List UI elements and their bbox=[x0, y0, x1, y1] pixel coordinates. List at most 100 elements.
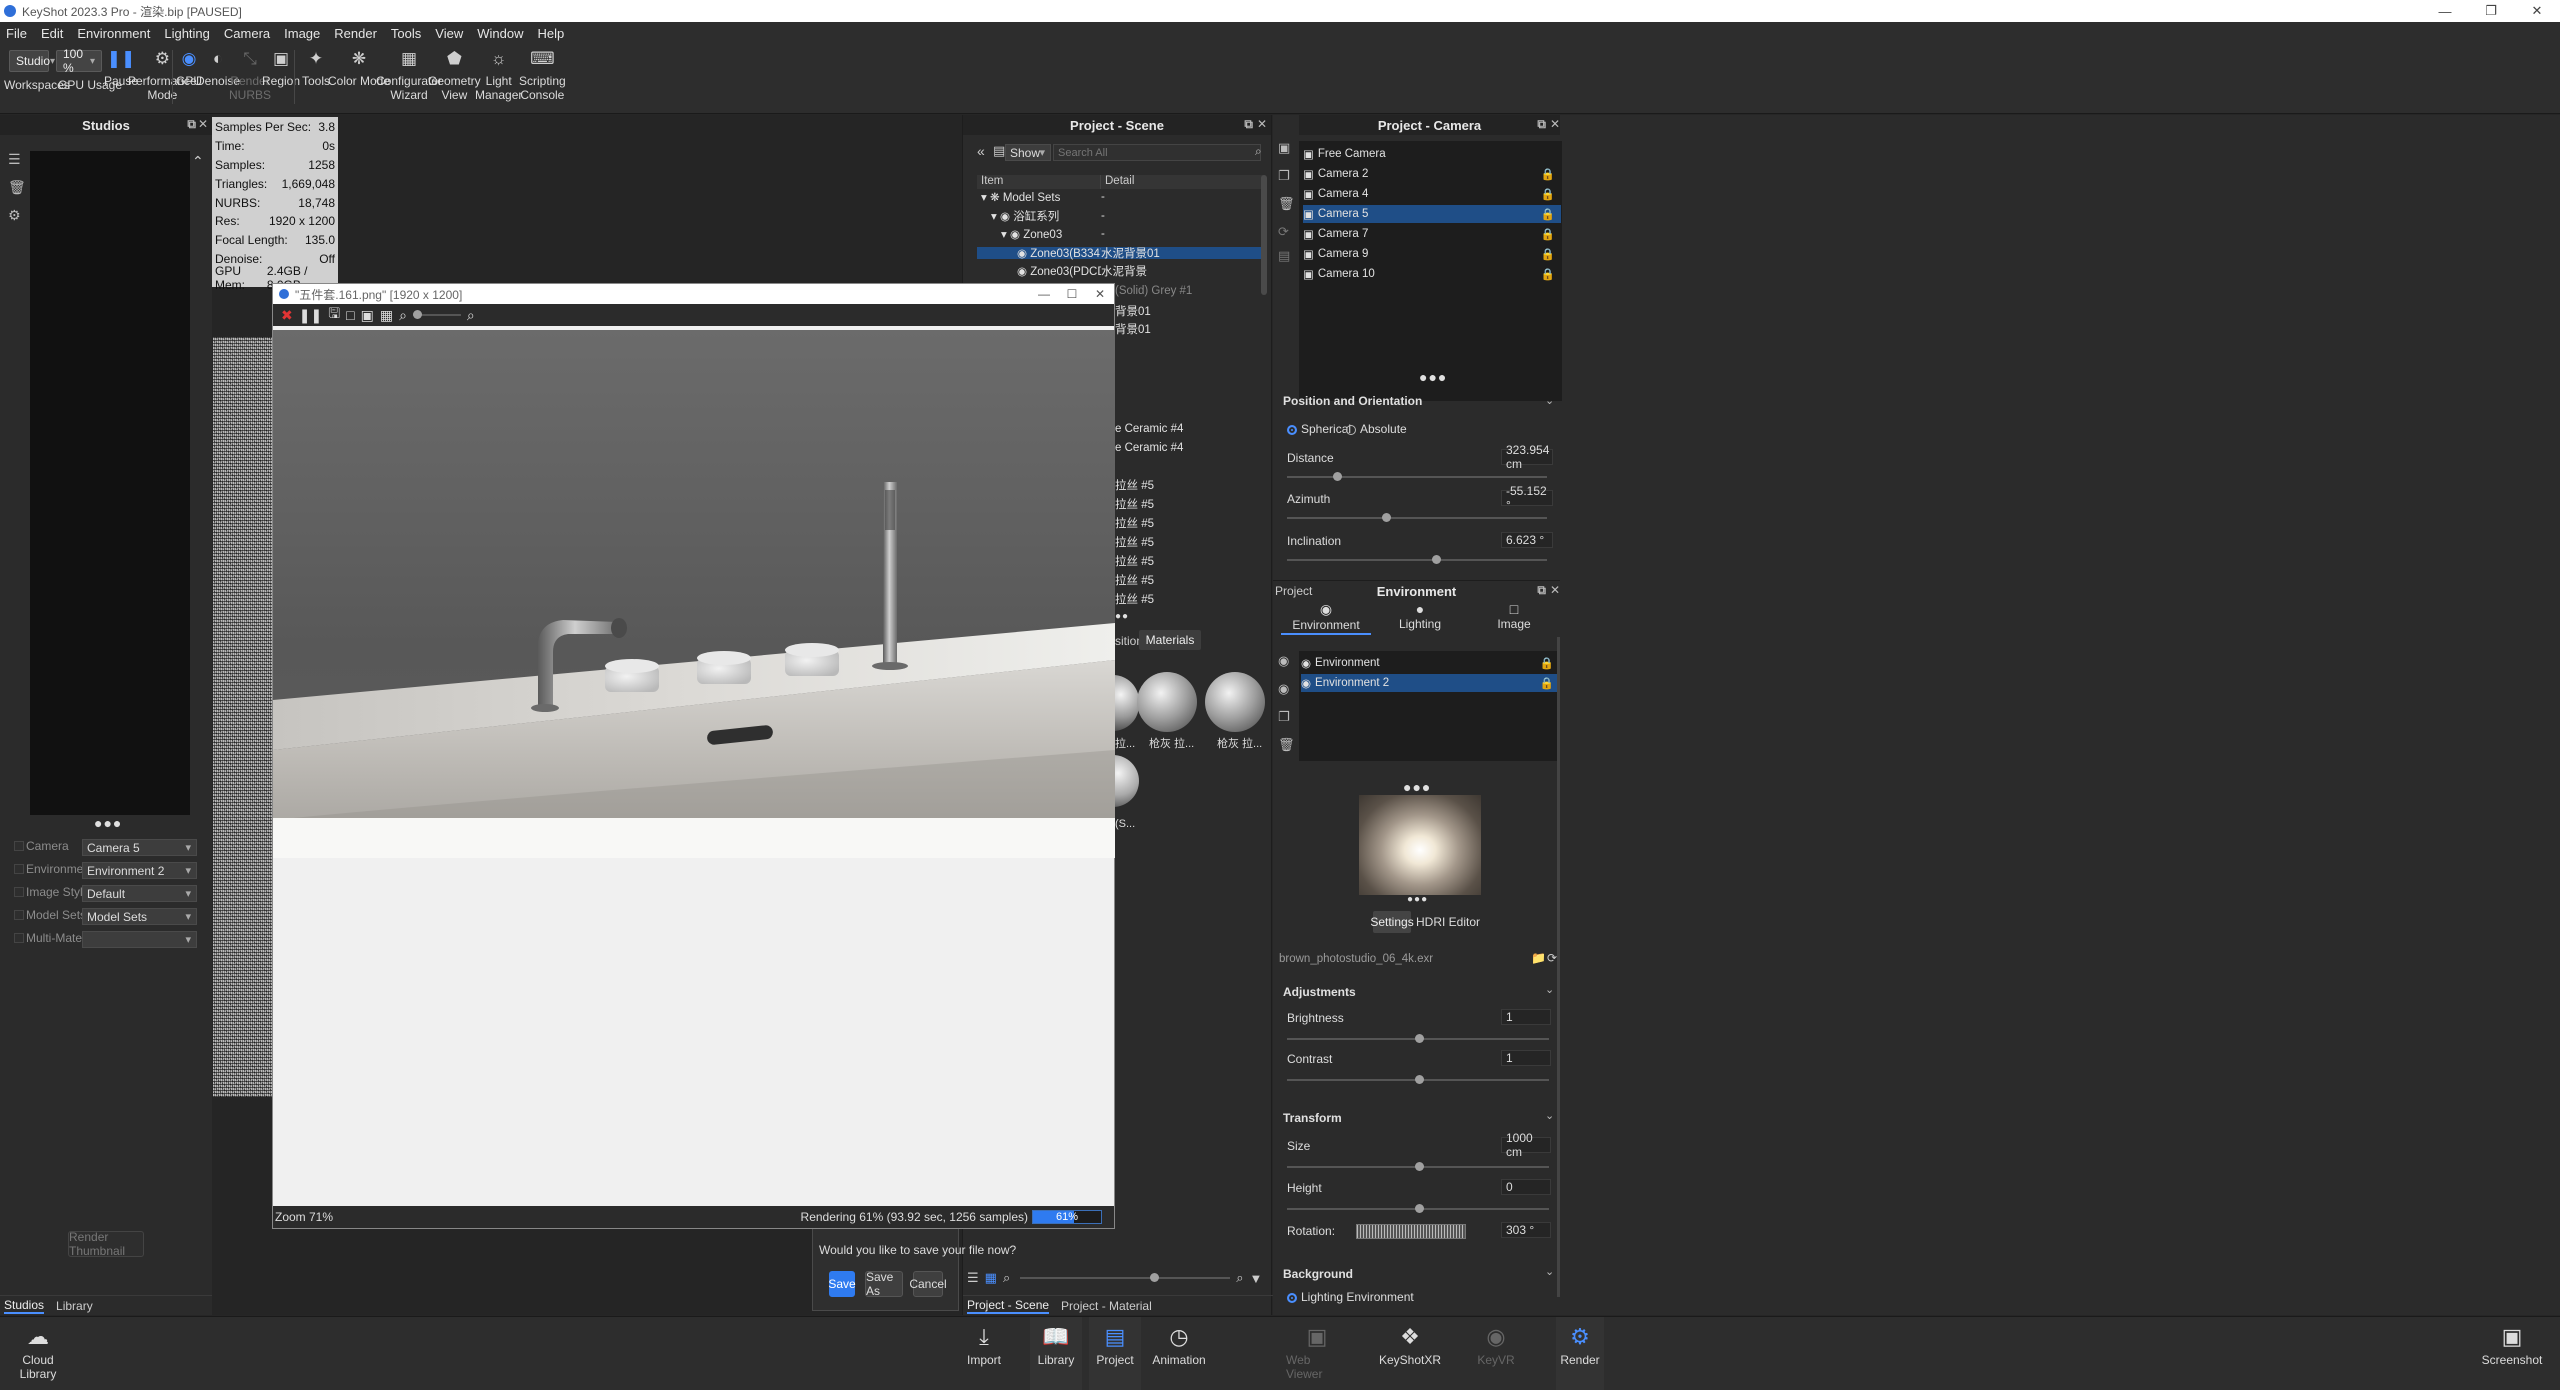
save-button[interactable]: Save bbox=[828, 1271, 856, 1297]
menu-tools[interactable]: Tools bbox=[391, 26, 421, 41]
minimize-button[interactable]: — bbox=[2422, 0, 2468, 22]
render-thumbnail-button[interactable]: Render Thumbnail bbox=[68, 1230, 144, 1258]
keyvr-button[interactable]: ◉ KeyVR bbox=[1476, 1321, 1516, 1368]
hdri-thumbnail[interactable] bbox=[1359, 795, 1481, 895]
absolute-radio[interactable] bbox=[1346, 425, 1356, 435]
slider-knob[interactable] bbox=[1415, 1162, 1424, 1171]
tab-settings[interactable]: Settings bbox=[1370, 911, 1414, 933]
eye-icon[interactable]: ◉ bbox=[1017, 248, 1027, 260]
rotation-dial[interactable] bbox=[1356, 1224, 1466, 1239]
menu-environment[interactable]: Environment bbox=[77, 26, 150, 41]
duplicate-camera-icon[interactable]: ❐ bbox=[1278, 168, 1290, 184]
reload-icon[interactable]: ⟳ bbox=[1547, 951, 1557, 965]
rotation-input[interactable]: 303 ° bbox=[1501, 1222, 1551, 1238]
reset-camera-icon[interactable]: ⟳ bbox=[1278, 224, 1289, 240]
menu-render[interactable]: Render bbox=[334, 26, 377, 41]
material-ball[interactable] bbox=[1113, 755, 1139, 807]
camera-list-item-selected[interactable]: ▣ Camera 5 🔒 bbox=[1303, 205, 1561, 223]
distance-slider[interactable] bbox=[1287, 472, 1547, 481]
material-ball[interactable] bbox=[1113, 675, 1139, 731]
close-window-button[interactable]: ✕ bbox=[2514, 0, 2560, 22]
tab-materials[interactable]: Materials bbox=[1139, 630, 1201, 650]
transform-heading[interactable]: Transform bbox=[1283, 1111, 1342, 1125]
tab-environment[interactable]: ◉ Environment bbox=[1281, 601, 1371, 635]
render-button[interactable]: ⚙ Render bbox=[1556, 1317, 1604, 1390]
camera-list-item[interactable]: ▣ Camera 7 🔒 bbox=[1303, 225, 1561, 243]
lock-icon[interactable]: 🔒 bbox=[1540, 656, 1554, 670]
undock-icon[interactable]: ⧉ bbox=[1537, 117, 1546, 132]
maximize-button[interactable]: ☐ bbox=[1058, 284, 1086, 304]
close-panel-icon[interactable]: ✕ bbox=[1550, 583, 1560, 597]
collapse-left-icon[interactable]: « bbox=[977, 143, 985, 159]
slider-knob[interactable] bbox=[1382, 513, 1391, 522]
environment-scrollbar[interactable] bbox=[1557, 637, 1560, 1297]
add-environment-icon[interactable]: ◉ bbox=[1278, 653, 1289, 669]
brightness-slider[interactable] bbox=[1287, 1034, 1549, 1043]
close-panel-icon[interactable]: ✕ bbox=[1257, 117, 1267, 131]
contrast-slider[interactable] bbox=[1287, 1075, 1549, 1084]
settings-gear-icon[interactable]: ⚙ bbox=[8, 207, 21, 224]
zoom-slider[interactable] bbox=[412, 310, 461, 319]
workspace-select[interactable]: Studio ▾ bbox=[9, 50, 55, 72]
multi-materials-dropdown[interactable] bbox=[82, 931, 197, 948]
slider-knob[interactable] bbox=[1432, 555, 1441, 564]
studios-list[interactable] bbox=[30, 151, 190, 815]
zoom-in-icon[interactable]: ⌕ bbox=[1236, 1270, 1243, 1286]
zoom-out-icon[interactable]: ⌕ bbox=[399, 307, 407, 324]
height-input[interactable]: 0 bbox=[1501, 1179, 1551, 1195]
tab-studios[interactable]: Studios bbox=[4, 1298, 45, 1314]
column-item[interactable]: Item bbox=[977, 175, 1101, 189]
lock-icon[interactable]: 🔒 bbox=[1541, 167, 1555, 181]
tab-hdri-editor[interactable]: HDRI Editor bbox=[1416, 911, 1480, 933]
camera-view-icon[interactable]: ▤ bbox=[1278, 248, 1290, 264]
panel-resize-dots[interactable]: ●●● bbox=[1407, 894, 1428, 905]
eye-icon[interactable]: ◉ bbox=[1017, 266, 1027, 278]
position-orientation-heading[interactable]: Position and Orientation bbox=[1283, 394, 1422, 408]
multi-materials-checkbox[interactable] bbox=[14, 933, 24, 943]
eye-icon[interactable]: ◉ bbox=[1000, 211, 1010, 223]
image-style-checkbox[interactable] bbox=[14, 887, 24, 897]
undock-icon[interactable]: ⧉ bbox=[1244, 117, 1253, 132]
project-button[interactable]: ▤ Project bbox=[1089, 1317, 1141, 1390]
slider-knob[interactable] bbox=[1150, 1273, 1160, 1282]
brightness-input[interactable]: 1 bbox=[1501, 1009, 1551, 1025]
stop-render-icon[interactable]: ✖ bbox=[281, 307, 293, 324]
import-button[interactable]: ⤓ Import bbox=[958, 1321, 1010, 1368]
pause-icon[interactable]: ❚❚ bbox=[299, 307, 322, 324]
tools-button[interactable]: ✦ Tools bbox=[302, 48, 330, 88]
environment-checkbox[interactable] bbox=[14, 864, 24, 874]
menu-edit[interactable]: Edit bbox=[41, 26, 63, 41]
panel-resize-dots[interactable]: ●● bbox=[1115, 611, 1129, 622]
undock-icon[interactable]: ⧉ bbox=[187, 117, 196, 132]
fit-icon[interactable]: ▣ bbox=[361, 307, 374, 324]
delete-icon[interactable]: 🗑 bbox=[1278, 737, 1295, 753]
folder-icon[interactable]: 📁 bbox=[1531, 951, 1546, 965]
crop-icon[interactable]: □ bbox=[346, 307, 354, 323]
slider-knob[interactable] bbox=[1415, 1204, 1424, 1213]
menu-camera[interactable]: Camera bbox=[224, 26, 270, 41]
slider-knob[interactable] bbox=[412, 310, 422, 319]
model-sets-dropdown[interactable]: Model Sets bbox=[82, 908, 197, 925]
height-slider[interactable] bbox=[1287, 1204, 1549, 1213]
delete-icon[interactable]: 🗑 bbox=[1278, 196, 1295, 212]
maximize-button[interactable]: ❐ bbox=[2468, 0, 2514, 22]
scene-search-input[interactable] bbox=[1053, 144, 1261, 161]
cancel-button[interactable]: Cancel bbox=[909, 1271, 947, 1297]
chevron-down-icon[interactable]: ⌄ bbox=[1545, 394, 1554, 407]
zoom-out-icon[interactable]: ⌕ bbox=[1003, 1270, 1010, 1286]
hdri-file-name[interactable]: brown_photostudio_06_4k.exr bbox=[1279, 953, 1529, 967]
image-style-dropdown[interactable]: Default bbox=[82, 885, 197, 902]
tab-project-scene[interactable]: Project - Scene bbox=[967, 1298, 1050, 1314]
material-ball[interactable] bbox=[1137, 672, 1197, 732]
add-studio-icon[interactable]: ☰ bbox=[8, 151, 21, 168]
inclination-input[interactable]: 6.623 ° bbox=[1501, 532, 1553, 548]
lighting-environment-radio[interactable] bbox=[1287, 1293, 1297, 1303]
camera-list-item[interactable]: ▣ Camera 10 🔒 bbox=[1303, 265, 1561, 283]
menu-view[interactable]: View bbox=[435, 26, 463, 41]
column-detail[interactable]: Detail bbox=[1101, 175, 1134, 189]
environment-settings-icon[interactable]: ❐ bbox=[1278, 709, 1290, 725]
tab-image[interactable]: □ Image bbox=[1469, 601, 1559, 635]
tab-project-material[interactable]: Project - Material bbox=[1061, 1299, 1152, 1313]
spherical-radio[interactable] bbox=[1287, 425, 1297, 435]
web-viewer-button[interactable]: ▣ Web Viewer bbox=[1286, 1321, 1348, 1382]
